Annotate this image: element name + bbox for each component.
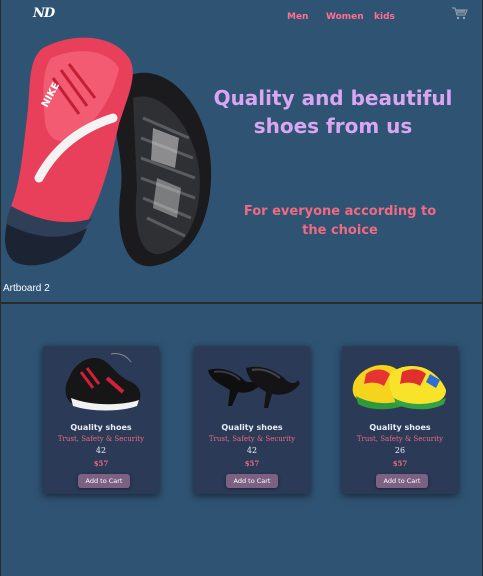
nav-link-women[interactable]: Women	[326, 12, 364, 22]
product-name: Quality shoes	[369, 423, 431, 432]
main-nav: Men Women kids	[1, 12, 482, 26]
design-canvas: ND Men Women kids NIKE Quality and beaut…	[0, 0, 483, 576]
product-tagline: Trust, Safety & Security	[57, 435, 145, 443]
products-artboard: Quality shoes Trust, Safety & Security 4…	[1, 304, 482, 576]
add-to-cart-button[interactable]: Add to Cart	[226, 474, 278, 488]
product-name: Quality shoes	[221, 423, 283, 432]
product-name: Quality shoes	[70, 423, 132, 432]
product-tagline: Trust, Safety & Security	[356, 435, 444, 443]
hero-title: Quality and beautiful shoes from us	[213, 86, 453, 138]
product-card: Quality shoes Trust, Safety & Security 2…	[342, 346, 458, 494]
product-size: 42	[95, 446, 107, 455]
sneaker-image	[65, 353, 141, 411]
product-price: $57	[93, 459, 109, 468]
product-price: $57	[244, 459, 260, 468]
nav-link-men[interactable]: Men	[287, 12, 308, 22]
hero-subtitle: For everyone according to the choice	[243, 204, 437, 238]
add-to-cart-button[interactable]: Add to Cart	[376, 474, 428, 488]
add-to-cart-button[interactable]: Add to Cart	[78, 474, 130, 488]
artboard-label[interactable]: Artboard 2	[3, 283, 50, 294]
running-shoes-image: NIKE	[5, 37, 212, 267]
nav-link-kids[interactable]: kids	[374, 12, 395, 22]
product-card: Quality shoes Trust, Safety & Security 4…	[43, 346, 159, 494]
product-tagline: Trust, Safety & Security	[208, 435, 296, 443]
product-size: 26	[394, 446, 406, 455]
hero-artboard: ND Men Women kids NIKE Quality and beaut…	[1, 0, 482, 302]
product-card: Quality shoes Trust, Safety & Security 4…	[194, 346, 310, 494]
product-price: $57	[392, 459, 408, 468]
kids-shoes-image	[352, 364, 446, 410]
product-size: 42	[246, 446, 258, 455]
shopping-cart-icon[interactable]	[452, 7, 468, 20]
heels-image	[208, 366, 300, 408]
